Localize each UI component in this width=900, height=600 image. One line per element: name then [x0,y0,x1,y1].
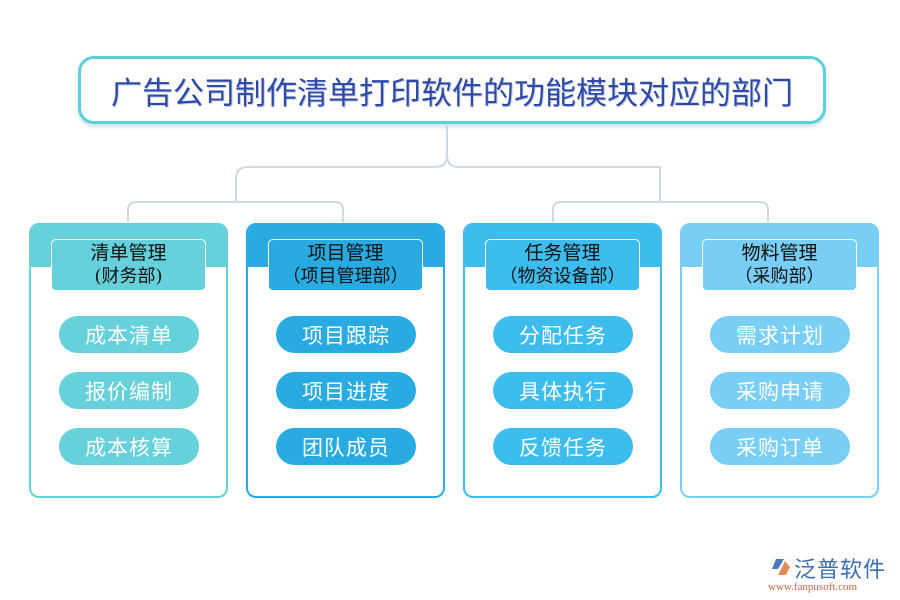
fanpu-logo-icon [768,556,794,578]
function-item[interactable]: 分配任务 [493,316,633,353]
module-name: 任务管理 [524,242,601,264]
title-box: 广告公司制作清单打印软件的功能模块对应的部门 [78,56,826,124]
module-card-task: 任务管理 （物资设备部） 分配任务 具体执行 反馈任务 [463,223,662,498]
connector-stem-right [446,154,661,202]
brand-name: 泛普软件 [794,558,887,583]
brand-logo: 泛普软件 www.fanpusoft.com [768,552,898,593]
module-label-box: 项目管理 （项目管理部） [268,239,423,291]
function-item[interactable]: 具体执行 [493,372,633,409]
function-item[interactable]: 项目跟踪 [276,316,416,353]
connector-right-branch [552,201,769,222]
brand-url[interactable]: www.fanpusoft.com [768,581,857,593]
module-department: （采购部） [734,266,825,287]
module-name: 项目管理 [307,242,384,264]
module-department: （项目管理部） [282,266,409,287]
module-card-finance: 清单管理 (财务部) 成本清单 报价编制 成本核算 [29,223,228,498]
module-name: 清单管理 [90,242,167,264]
function-item[interactable]: 采购申请 [710,372,850,409]
function-item[interactable]: 采购订单 [710,428,850,465]
diagram-title: 广告公司制作清单打印软件的功能模块对应的部门 [111,75,793,111]
module-card-materials: 物料管理 （采购部） 需求计划 采购申请 采购订单 [680,223,879,498]
function-item[interactable]: 成本核算 [59,428,199,465]
function-item[interactable]: 反馈任务 [493,428,633,465]
function-item[interactable]: 成本清单 [59,316,199,353]
module-department: (财务部) [94,266,163,287]
function-item[interactable]: 项目进度 [276,372,416,409]
module-card-project: 项目管理 （项目管理部） 项目跟踪 项目进度 团队成员 [246,223,445,498]
connector-stem [235,126,448,202]
function-item[interactable]: 报价编制 [59,372,199,409]
module-label-box: 任务管理 （物资设备部） [485,239,640,291]
module-label-box: 清单管理 (财务部) [51,239,206,291]
connector-left-branch [127,201,344,222]
function-item[interactable]: 团队成员 [276,428,416,465]
module-name: 物料管理 [741,242,818,264]
function-item[interactable]: 需求计划 [710,316,850,353]
module-label-box: 物料管理 （采购部） [702,239,857,291]
module-department: （物资设备部） [499,266,626,287]
